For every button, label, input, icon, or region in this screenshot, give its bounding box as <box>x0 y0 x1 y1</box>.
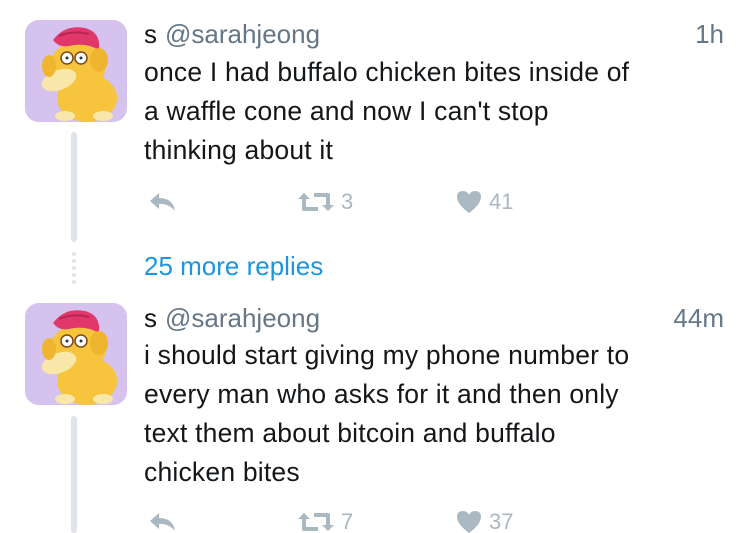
tweet-header: s @sarahjeong 1h <box>144 17 724 51</box>
retweet-icon <box>298 513 334 531</box>
tweet-text-line: once I had buffalo chicken bites inside … <box>144 57 630 87</box>
psyduck-avatar-icon <box>25 20 127 122</box>
retweet-button[interactable]: 7 <box>297 505 353 533</box>
retweet-button[interactable]: 3 <box>297 185 353 219</box>
like-count: 41 <box>489 189 514 214</box>
tweet-text-line: thinking about it <box>144 135 334 165</box>
retweet-count: 7 <box>341 509 354 533</box>
reply-icon <box>150 193 175 211</box>
heart-icon <box>457 191 481 213</box>
timestamp[interactable]: 44m <box>673 301 724 335</box>
tweet-text-line: text them about bitcoin and buffalo <box>144 418 556 448</box>
user-handle[interactable]: @sarahjeong <box>165 303 320 333</box>
tweet-actions: 3 41 <box>144 185 644 219</box>
tweet-text-line: every man who asks for it and then only <box>144 379 619 409</box>
display-name[interactable]: s <box>144 19 157 49</box>
more-replies-link[interactable]: 25 more replies <box>144 249 323 283</box>
thread-line <box>71 132 77 242</box>
reply-button[interactable] <box>148 185 178 219</box>
tweet-actions: 7 37 <box>144 505 644 533</box>
display-name[interactable]: s <box>144 303 157 333</box>
thread-dots <box>72 252 76 287</box>
tweet-text-line: i should start giving my phone number to <box>144 340 630 370</box>
like-count: 37 <box>489 509 514 533</box>
tweet-text-line: chicken bites <box>144 457 300 487</box>
user-handle[interactable]: @sarahjeong <box>165 19 320 49</box>
tweet-text-line: a waffle cone and now I can't stop <box>144 96 549 126</box>
retweet-icon <box>298 193 334 211</box>
tweet[interactable]: s @sarahjeong 1h once I had buffalo chick… <box>0 0 750 240</box>
timestamp[interactable]: 1h <box>695 17 724 51</box>
tweet-header: s @sarahjeong 44m <box>144 301 724 335</box>
thread-line <box>71 416 77 533</box>
like-button[interactable]: 37 <box>455 505 513 533</box>
heart-icon <box>457 511 481 533</box>
avatar[interactable] <box>25 303 127 405</box>
reply-icon <box>150 513 175 531</box>
reply-button[interactable] <box>148 505 178 533</box>
avatar[interactable] <box>25 20 127 122</box>
like-button[interactable]: 41 <box>455 185 513 219</box>
psyduck-avatar-icon <box>25 303 127 405</box>
retweet-count: 3 <box>341 189 354 214</box>
tweet-text: i should start giving my phone number to… <box>144 336 734 492</box>
tweet-text: once I had buffalo chicken bites inside … <box>144 53 734 170</box>
